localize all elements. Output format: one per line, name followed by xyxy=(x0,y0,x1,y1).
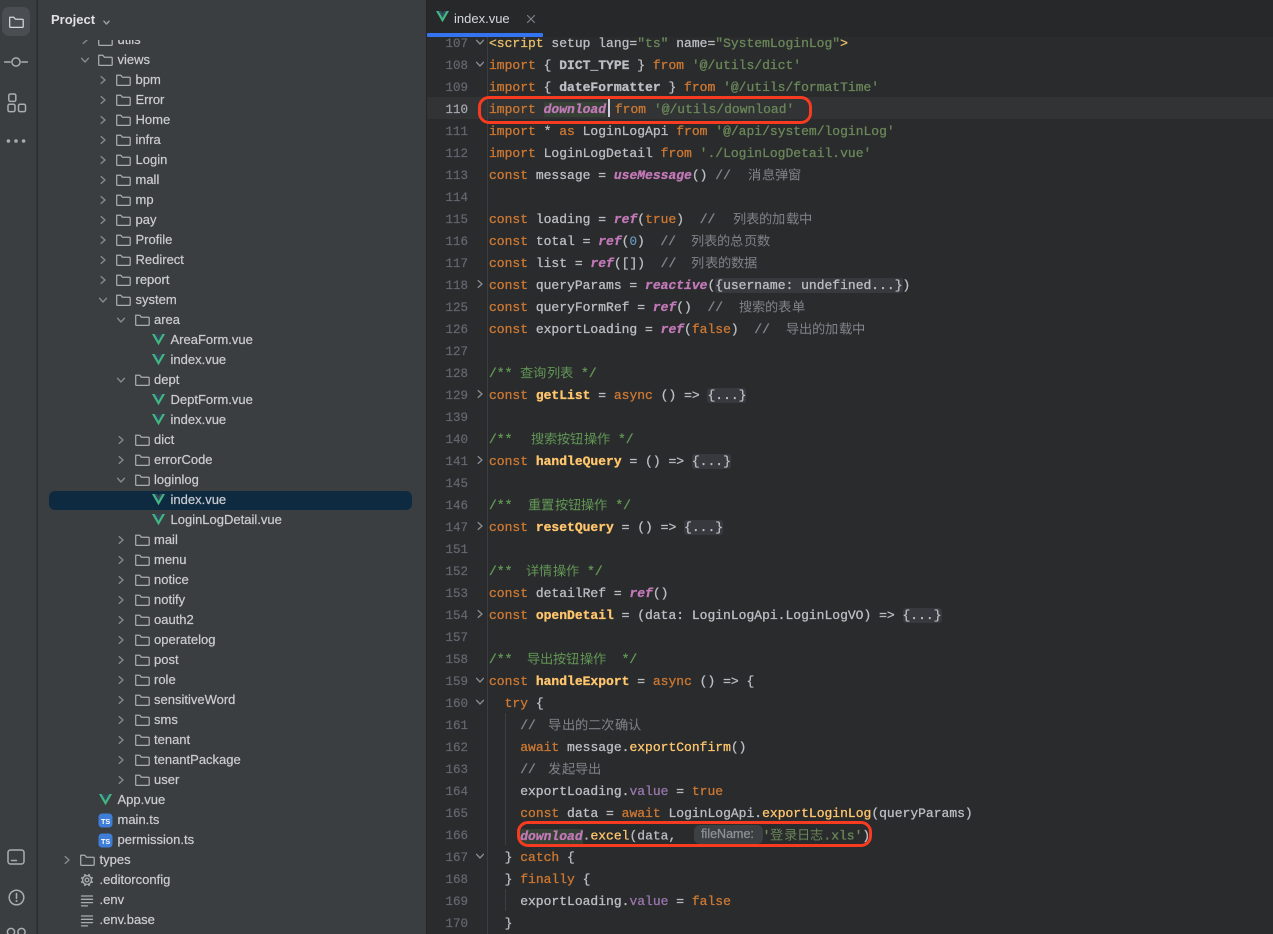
svg-text:TS: TS xyxy=(101,817,110,826)
svg-text:TS: TS xyxy=(101,837,110,846)
